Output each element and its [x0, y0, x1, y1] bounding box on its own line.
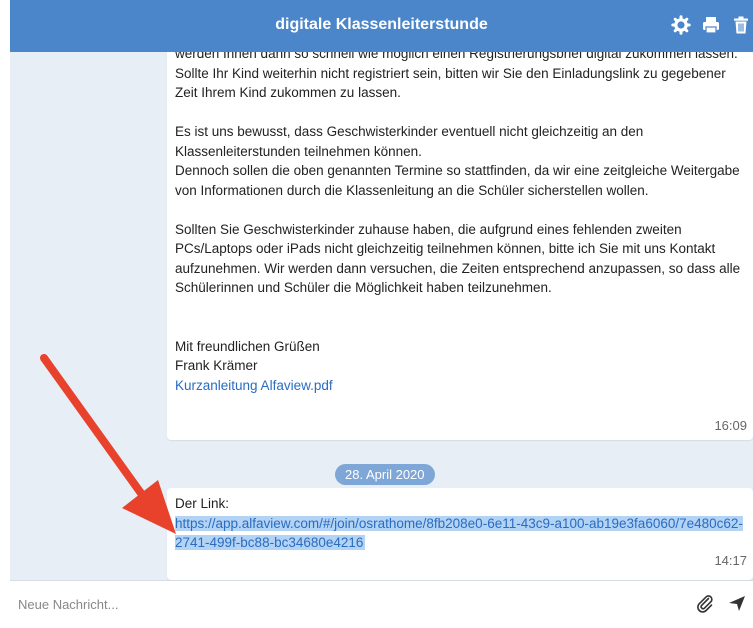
- chat-app: digitale Klassenleiterstunde werden Ihne…: [0, 0, 753, 628]
- attachment-link[interactable]: Kurzanleitung Alfaview.pdf: [175, 378, 333, 393]
- message-time: 14:17: [714, 552, 747, 568]
- print-icon[interactable]: [701, 15, 721, 35]
- message-bubble: Der Link: https://app.alfaview.com/#/joi…: [167, 488, 753, 580]
- message-signature: Frank Krämer: [175, 358, 258, 373]
- message-time: 16:09: [714, 417, 747, 433]
- paperclip-icon[interactable]: [695, 593, 715, 613]
- message-bubble: werden Ihnen dann so schnell wie möglich…: [167, 52, 753, 440]
- trash-icon[interactable]: [731, 15, 751, 35]
- gear-icon[interactable]: [671, 15, 691, 35]
- message-list[interactable]: werden Ihnen dann so schnell wie möglich…: [10, 52, 753, 580]
- chat-title: digitale Klassenleiterstunde: [275, 16, 488, 33]
- message-paragraph: Es ist uns bewusst, dass Geschwisterkind…: [175, 124, 740, 198]
- compose-actions: [695, 593, 747, 613]
- message-paragraph: werden Ihnen dann so schnell wie möglich…: [175, 52, 738, 100]
- compose-bar: [10, 580, 753, 628]
- message-input[interactable]: [18, 591, 678, 617]
- send-icon[interactable]: [727, 593, 747, 613]
- chat-header: digitale Klassenleiterstunde: [10, 0, 753, 52]
- join-link[interactable]: https://app.alfaview.com/#/join/osrathom…: [175, 515, 743, 550]
- message-greeting: Mit freundlichen Grüßen: [175, 338, 320, 354]
- message-intro: Der Link:: [175, 496, 230, 511]
- header-actions: [671, 15, 751, 35]
- date-separator: 28. April 2020: [335, 464, 435, 485]
- message-paragraph: Sollten Sie Geschwisterkinder zuhause ha…: [175, 221, 744, 296]
